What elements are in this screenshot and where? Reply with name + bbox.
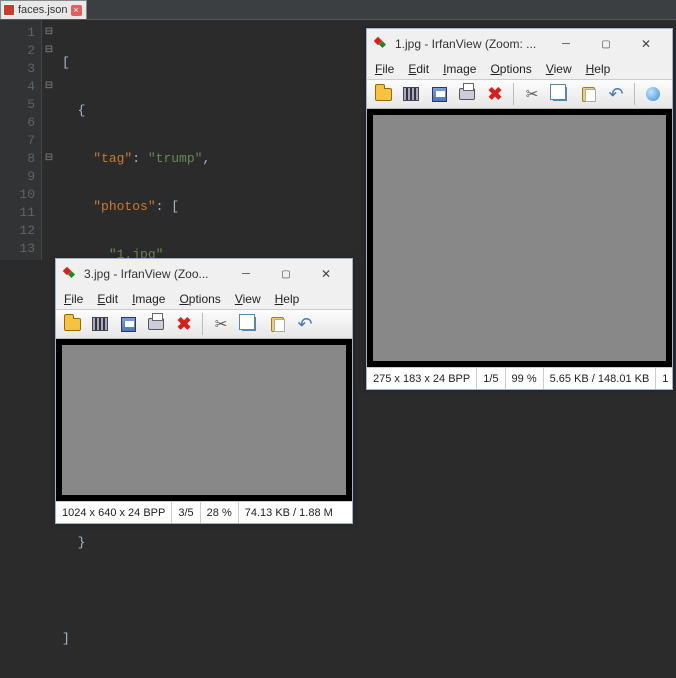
folder-open-icon [64, 318, 81, 331]
slideshow-button[interactable] [399, 82, 423, 106]
open-button[interactable] [371, 82, 395, 106]
window-title: 3.jpg - IrfanView (Zoo... [84, 267, 220, 281]
window-titlebar[interactable]: 1.jpg - IrfanView (Zoom: ... [367, 29, 672, 59]
open-button[interactable] [60, 312, 84, 336]
code-area[interactable]: [ { "tag": "trump", "photos": [ "1.jpg" … [56, 20, 232, 260]
separator [513, 83, 514, 105]
status-size: 74.13 KB / 1.88 M [239, 502, 339, 523]
menu-edit[interactable]: Edit [408, 62, 429, 76]
printer-icon [459, 88, 475, 100]
paste-button[interactable] [265, 312, 289, 336]
copy-button[interactable] [237, 312, 261, 336]
minimize-button[interactable] [546, 33, 586, 55]
copy-icon [242, 317, 256, 331]
status-index: 1/5 [477, 368, 505, 389]
minimize-button[interactable] [226, 263, 266, 285]
photo-putin [62, 345, 346, 495]
delete-icon: ✖ [487, 84, 502, 105]
json-file-icon [3, 4, 15, 16]
circle-icon [646, 87, 660, 101]
status-zoom: 99 % [506, 368, 544, 389]
file-tab-faces-json[interactable]: faces.json × [0, 0, 87, 19]
print-button[interactable] [455, 82, 479, 106]
separator [202, 313, 203, 335]
toolbar: ✖ ✂ ↶ [56, 309, 352, 339]
save-button[interactable] [427, 82, 451, 106]
toolbar: ✖ ✂ ↶ [367, 79, 672, 109]
status-extra: 1 [656, 368, 674, 389]
menu-file[interactable]: File [375, 62, 394, 76]
menu-file[interactable]: File [64, 292, 83, 306]
scissors-icon: ✂ [215, 315, 228, 333]
window-title: 1.jpg - IrfanView (Zoom: ... [395, 37, 540, 51]
status-bar: 1024 x 640 x 24 BPP 3/5 28 % 74.13 KB / … [56, 501, 352, 523]
maximize-button[interactable] [266, 263, 306, 285]
fold-column: ⊟⊟⊟ ⊟ [42, 20, 56, 260]
floppy-disk-icon [432, 87, 447, 102]
status-dimensions: 275 x 183 x 24 BPP [367, 368, 477, 389]
cut-button[interactable]: ✂ [209, 312, 233, 336]
status-zoom: 28 % [201, 502, 239, 523]
menu-options[interactable]: Options [179, 292, 220, 306]
copy-icon [553, 87, 567, 101]
save-button[interactable] [116, 312, 140, 336]
photo-trump [373, 115, 666, 361]
filmstrip-icon [92, 317, 108, 331]
clipboard-icon [582, 87, 595, 102]
scissors-icon: ✂ [526, 85, 539, 103]
close-icon[interactable]: × [71, 5, 82, 16]
status-dimensions: 1024 x 640 x 24 BPP [56, 502, 172, 523]
undo-icon: ↶ [608, 84, 623, 105]
printer-icon [148, 318, 164, 330]
status-bar: 275 x 183 x 24 BPP 1/5 99 % 5.65 KB / 14… [367, 367, 672, 389]
filmstrip-icon [403, 87, 419, 101]
close-button[interactable] [626, 33, 666, 55]
cut-button[interactable]: ✂ [520, 82, 544, 106]
menu-bar: File Edit Image Options View Help [56, 289, 352, 309]
image-canvas[interactable] [367, 109, 672, 367]
misc-button[interactable] [641, 82, 665, 106]
delete-icon: ✖ [176, 314, 191, 335]
menu-options[interactable]: Options [490, 62, 531, 76]
irfanview-app-icon [62, 266, 78, 282]
menu-help[interactable]: Help [586, 62, 611, 76]
irfanview-app-icon [373, 36, 389, 52]
clipboard-icon [271, 317, 284, 332]
folder-open-icon [375, 88, 392, 101]
menu-bar: File Edit Image Options View Help [367, 59, 672, 79]
maximize-button[interactable] [586, 33, 626, 55]
undo-button[interactable]: ↶ [604, 82, 628, 106]
menu-view[interactable]: View [235, 292, 261, 306]
paste-button[interactable] [576, 82, 600, 106]
menu-edit[interactable]: Edit [97, 292, 118, 306]
separator [634, 83, 635, 105]
menu-image[interactable]: Image [132, 292, 165, 306]
status-size: 5.65 KB / 148.01 KB [544, 368, 657, 389]
status-index: 3/5 [172, 502, 200, 523]
menu-image[interactable]: Image [443, 62, 476, 76]
copy-button[interactable] [548, 82, 572, 106]
floppy-disk-icon [121, 317, 136, 332]
irfanview-window-3jpg[interactable]: 3.jpg - IrfanView (Zoo... File Edit Imag… [55, 258, 353, 524]
editor-tab-strip: faces.json × [0, 0, 676, 20]
print-button[interactable] [144, 312, 168, 336]
menu-view[interactable]: View [546, 62, 572, 76]
file-tab-label: faces.json [18, 4, 68, 16]
menu-help[interactable]: Help [275, 292, 300, 306]
delete-button[interactable]: ✖ [483, 82, 507, 106]
undo-button[interactable]: ↶ [293, 312, 317, 336]
delete-button[interactable]: ✖ [172, 312, 196, 336]
irfanview-window-1jpg[interactable]: 1.jpg - IrfanView (Zoom: ... File Edit I… [366, 28, 673, 390]
image-canvas[interactable] [56, 339, 352, 501]
line-gutter: 1234567 8910111213 [0, 20, 42, 260]
window-titlebar[interactable]: 3.jpg - IrfanView (Zoo... [56, 259, 352, 289]
undo-icon: ↶ [297, 314, 312, 335]
slideshow-button[interactable] [88, 312, 112, 336]
close-button[interactable] [306, 263, 346, 285]
